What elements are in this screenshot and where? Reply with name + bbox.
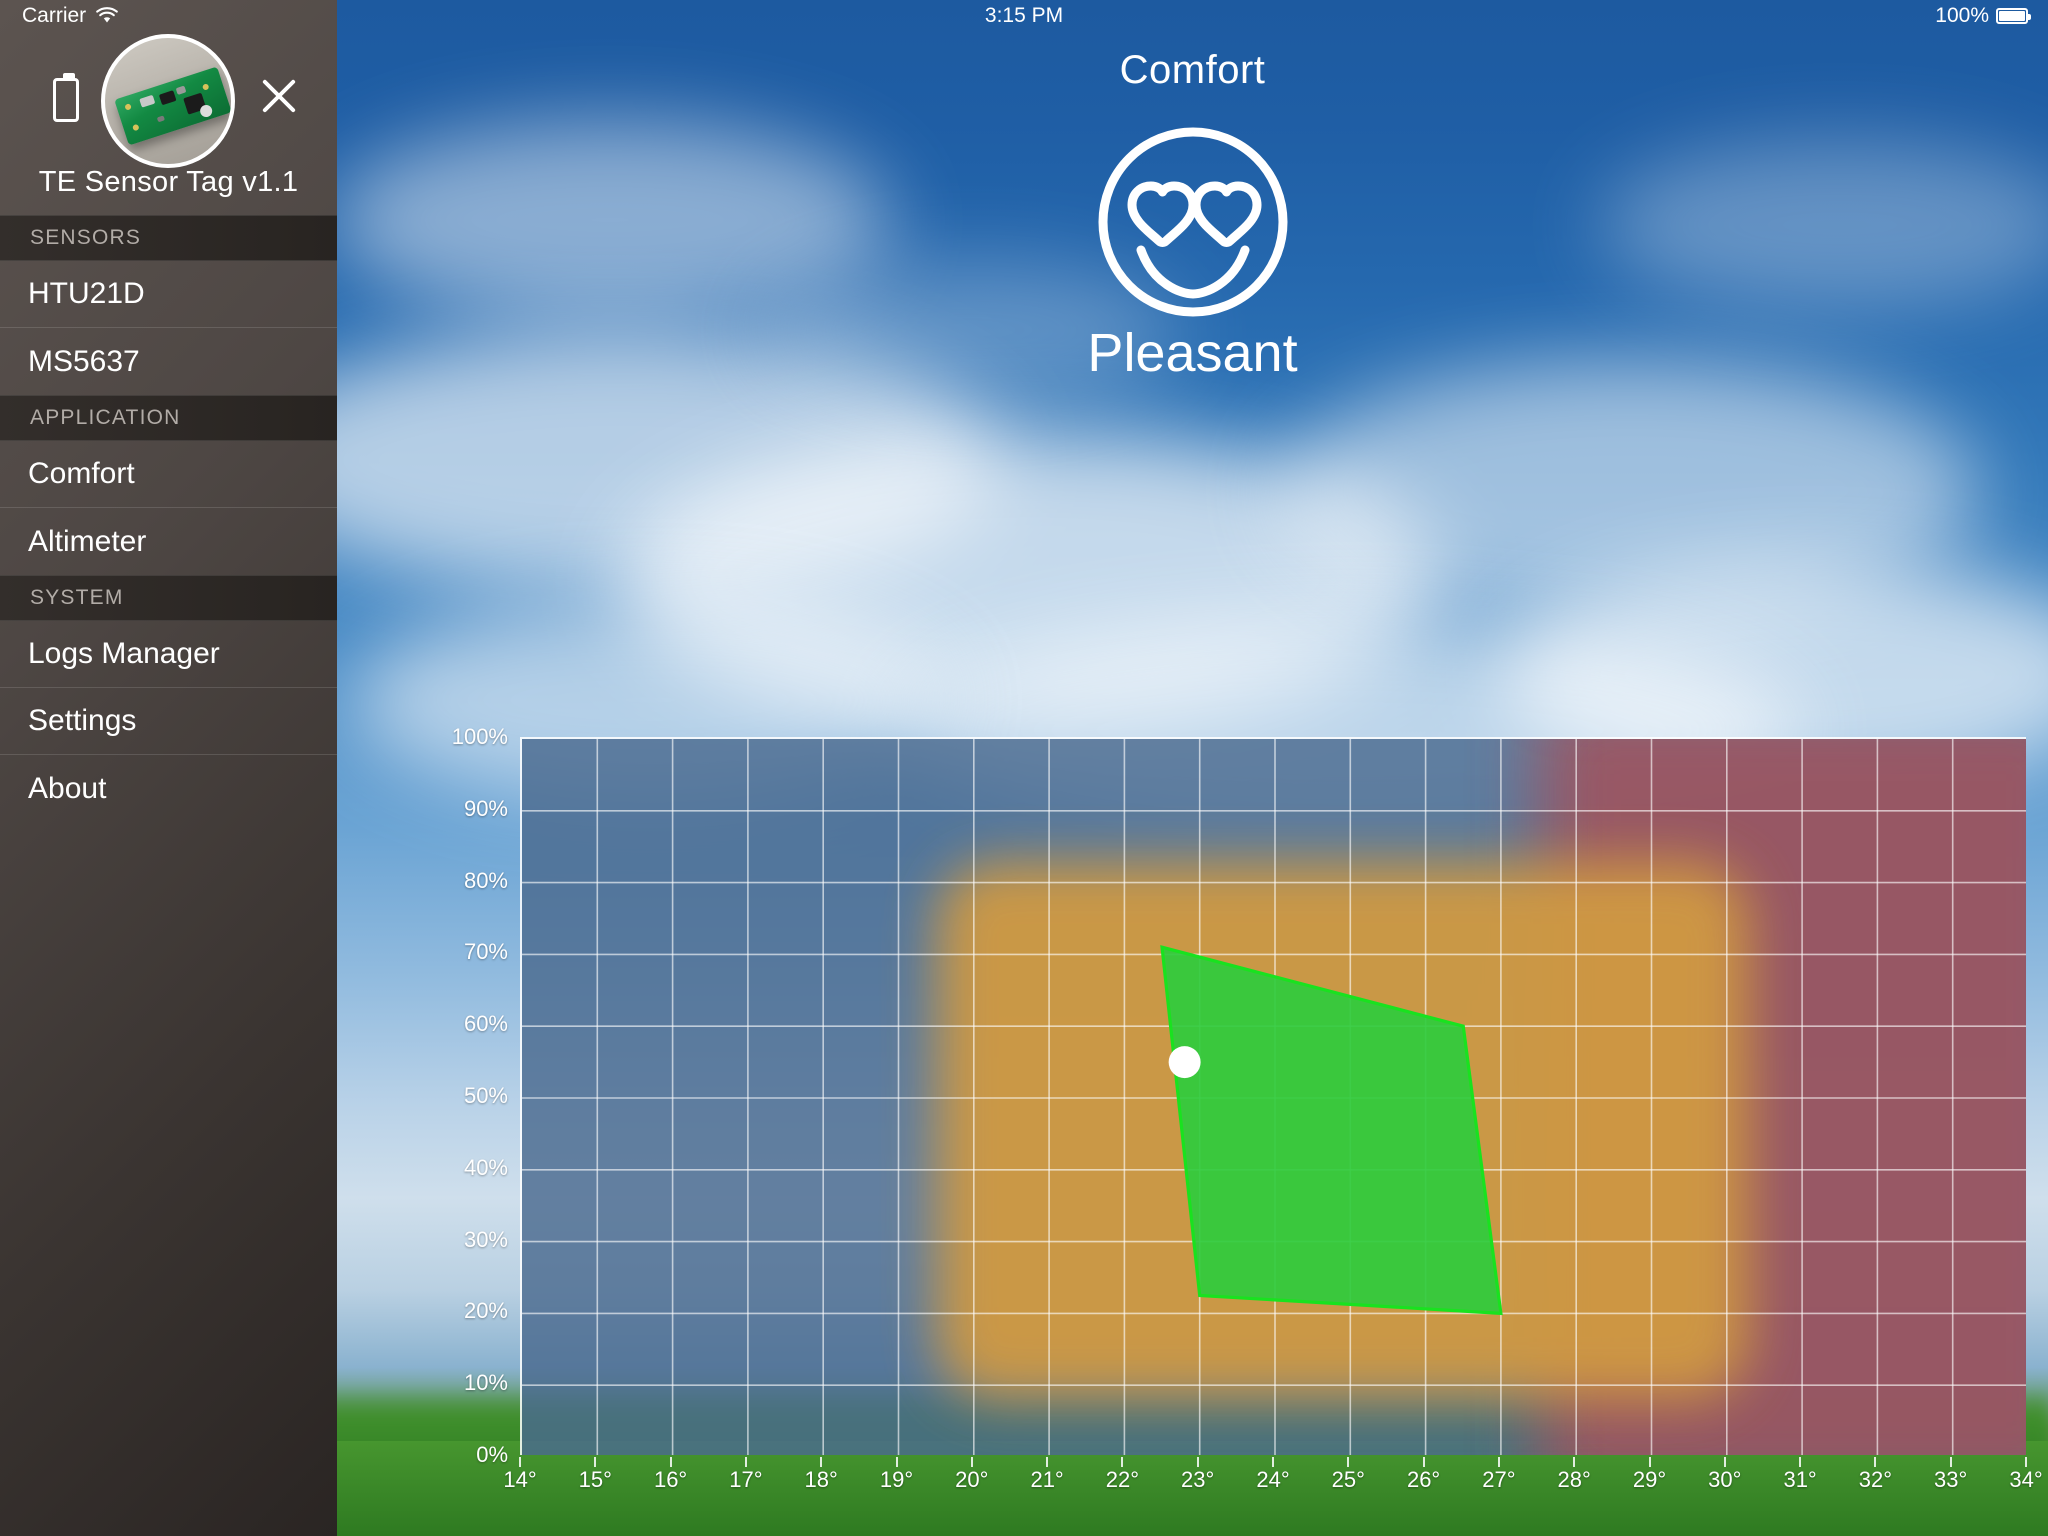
status-icon-wrap bbox=[337, 122, 2048, 327]
x-axis-tick-mark bbox=[1121, 1457, 1124, 1467]
x-axis-tick-mark bbox=[1648, 1457, 1651, 1467]
sidebar-item-settings[interactable]: Settings bbox=[0, 688, 337, 755]
x-axis-tick-label: 27° bbox=[1482, 1467, 1516, 1492]
y-axis-tick-label: 60% bbox=[463, 1011, 508, 1037]
x-axis-tick-mark bbox=[1949, 1457, 1952, 1467]
x-axis-tick-label: 31° bbox=[1783, 1467, 1817, 1492]
device-photo[interactable] bbox=[101, 34, 235, 168]
x-axis-tick-mark bbox=[1272, 1457, 1274, 1467]
sidebar-section-header: APPLICATION bbox=[0, 395, 337, 441]
x-axis-tick-mark bbox=[1046, 1457, 1049, 1467]
y-axis-tick-label: 70% bbox=[463, 939, 508, 965]
x-axis-tick-label: 28° bbox=[1557, 1467, 1591, 1492]
sidebar: TE Sensor Tag v1.1 SENSORS HTU21D MS5637 AP… bbox=[0, 0, 337, 1536]
device-name: TE Sensor Tag v1.1 bbox=[38, 166, 299, 198]
x-axis-tick-mark bbox=[820, 1457, 823, 1467]
y-axis-tick-label: 0% bbox=[476, 1442, 508, 1467]
current-reading-dot[interactable] bbox=[1168, 1046, 1201, 1079]
x-axis-labels: 14° 15° 16° 17° 18° 19° 20° 21° 22° 23° 24° 25° 26° 2… bbox=[503, 1457, 2043, 1511]
page-title: Comfort bbox=[1119, 48, 1266, 92]
close-icon[interactable] bbox=[257, 74, 301, 118]
x-axis-tick-mark bbox=[1347, 1457, 1350, 1467]
y-axis-tick-label: 50% bbox=[463, 1083, 508, 1108]
x-axis-tick-label: 14° bbox=[503, 1467, 537, 1492]
x-axis-tick-label: 30° bbox=[1708, 1467, 1742, 1492]
current-reading-point bbox=[1168, 1046, 1201, 1079]
heart-eyes-smiley-icon bbox=[1098, 127, 1287, 317]
x-axis-tick-label: 25° bbox=[1331, 1467, 1365, 1492]
chart-svg bbox=[522, 739, 2026, 1455]
clock: 3:15 PM bbox=[984, 4, 1064, 27]
x-axis-tick-label: 17° bbox=[729, 1467, 763, 1492]
x-axis-tick-mark bbox=[519, 1457, 521, 1467]
sidebar-item-comfort[interactable]: Comfort bbox=[0, 441, 337, 508]
status-label: Pleasant bbox=[1087, 323, 1298, 383]
y-axis-tick-label: 90% bbox=[463, 795, 508, 821]
chart-plot-area bbox=[520, 737, 2026, 1455]
sidebar-item-altimeter[interactable]: Altimeter bbox=[0, 508, 337, 575]
x-axis-tick-mark bbox=[1874, 1457, 1877, 1467]
battery-status: 100% bbox=[1935, 4, 2031, 28]
x-axis-tick-label: 33° bbox=[1934, 1467, 1968, 1492]
sidebar-item-htu21d[interactable]: HTU21D bbox=[0, 261, 337, 328]
x-axis-tick-label: 18° bbox=[804, 1467, 838, 1492]
x-axis-tick-mark bbox=[1799, 1457, 1802, 1467]
sidebar-item-about[interactable]: About bbox=[0, 755, 337, 822]
x-axis-tick-label: 29° bbox=[1632, 1467, 1667, 1492]
y-axis-tick-label: 80% bbox=[463, 867, 508, 893]
status-bar: Carrier 3:15 PM 100% bbox=[0, 0, 2048, 32]
y-axis-tick-label: 20% bbox=[463, 1298, 508, 1324]
battery-icon bbox=[53, 73, 79, 122]
x-axis-tick-label: 21° bbox=[1030, 1467, 1064, 1492]
x-axis-tick-label: 15° bbox=[578, 1467, 612, 1492]
x-axis-tick-label: 23° bbox=[1181, 1467, 1215, 1492]
sidebar-menu: SENSORS HTU21D MS5637 APPLICATION Comfort Alt… bbox=[0, 215, 337, 822]
x-axis-tick-mark bbox=[2025, 1457, 2027, 1467]
x-axis-tick-mark bbox=[1723, 1457, 1726, 1467]
battery-percent-label: 100% bbox=[1935, 4, 1989, 27]
x-axis-tick-label: 32° bbox=[1858, 1467, 1893, 1492]
x-axis-tick-label: 24° bbox=[1256, 1467, 1290, 1492]
x-axis-tick-mark bbox=[1196, 1457, 1199, 1467]
x-axis-tick-label: 16° bbox=[653, 1467, 688, 1492]
sensor-board-image bbox=[114, 66, 231, 146]
x-axis-tick-mark bbox=[1573, 1457, 1576, 1467]
x-axis-tick-label: 26° bbox=[1406, 1467, 1441, 1492]
sidebar-section-header: SENSORS bbox=[0, 215, 337, 261]
y-axis-tick-label: 10% bbox=[463, 1370, 508, 1396]
sidebar-section-header: SYSTEM bbox=[0, 575, 337, 621]
x-axis-tick-mark bbox=[970, 1457, 973, 1467]
x-axis-tick-mark bbox=[669, 1457, 672, 1467]
comfort-chart: 0% 10% 20% 30% 40% 50% 60% 70% 80% 90% 100% 14° 15°… bbox=[337, 724, 2048, 1536]
x-axis-tick-mark bbox=[1497, 1457, 1500, 1467]
sidebar-header: TE Sensor Tag v1.1 bbox=[0, 0, 337, 215]
x-axis-tick-mark bbox=[744, 1457, 747, 1467]
x-axis-tick-label: 19° bbox=[879, 1467, 914, 1492]
y-axis-labels: 0% 10% 20% 30% 40% 50% 60% 70% 80% 90% 100% bbox=[337, 724, 520, 1467]
battery-full-icon bbox=[1996, 8, 2031, 24]
main-content: Comfort Pleasant 0% 10% 20% 30% 40% 50% 60% 70%… bbox=[337, 0, 2048, 1536]
x-axis-tick-mark bbox=[895, 1457, 898, 1467]
y-axis-tick-label: 40% bbox=[463, 1154, 508, 1180]
y-axis-tick-label: 100% bbox=[451, 724, 508, 749]
x-axis-tick-label: 22° bbox=[1105, 1467, 1140, 1492]
sidebar-item-ms5637[interactable]: MS5637 bbox=[0, 328, 337, 395]
x-axis-tick-label: 20° bbox=[955, 1467, 989, 1492]
x-axis-tick-mark bbox=[1422, 1457, 1425, 1467]
y-axis-tick-label: 30% bbox=[463, 1226, 508, 1252]
x-axis-tick-label: 34° bbox=[2009, 1467, 2043, 1492]
sidebar-item-logs-manager[interactable]: Logs Manager bbox=[0, 621, 337, 688]
x-axis-tick-mark bbox=[594, 1457, 597, 1467]
